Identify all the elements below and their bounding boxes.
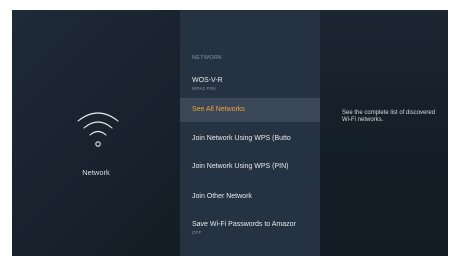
section-header: NETWORK bbox=[192, 55, 223, 61]
menu-item-label: See All Networks bbox=[192, 106, 245, 113]
description-text: See the complete list of discovered Wi-F… bbox=[342, 110, 436, 123]
menu-item-sublabel: WPA2 PSK bbox=[192, 86, 217, 91]
menu-item-label: WOS-V-R bbox=[192, 77, 223, 84]
description-pane: See the complete list of discovered Wi-F… bbox=[320, 10, 448, 256]
menu-item-label: Join Other Network bbox=[192, 193, 252, 200]
menu-item-see-all-networks[interactable]: See All Networks bbox=[180, 98, 320, 122]
menu-item-join-wps-button[interactable]: Join Network Using WPS (Butto bbox=[180, 127, 320, 151]
menu-item-join-other-network[interactable]: Join Other Network bbox=[180, 185, 320, 209]
category-pane: Network bbox=[12, 10, 180, 256]
category-label: Network bbox=[82, 168, 110, 177]
menu-item-sublabel: OFF bbox=[192, 230, 202, 235]
menu-item-wos-v-r[interactable]: WOS-V-R WPA2 PSK bbox=[180, 72, 320, 96]
menu-item-label: Join Network Using WPS (PIN) bbox=[192, 163, 289, 170]
menu-item-save-wifi-passwords[interactable]: Save Wi-Fi Passwords to Amazor OFF bbox=[180, 216, 320, 240]
wifi-icon bbox=[77, 112, 119, 147]
menu-item-label: Join Network Using WPS (Butto bbox=[192, 135, 291, 142]
menu-item-label: Save Wi-Fi Passwords to Amazor bbox=[192, 221, 296, 228]
settings-screen: Network NETWORK WOS-V-R WPA2 PSK See All… bbox=[12, 10, 448, 256]
menu-item-join-wps-pin[interactable]: Join Network Using WPS (PIN) bbox=[180, 155, 320, 179]
network-menu: NETWORK WOS-V-R WPA2 PSK See All Network… bbox=[180, 10, 320, 256]
